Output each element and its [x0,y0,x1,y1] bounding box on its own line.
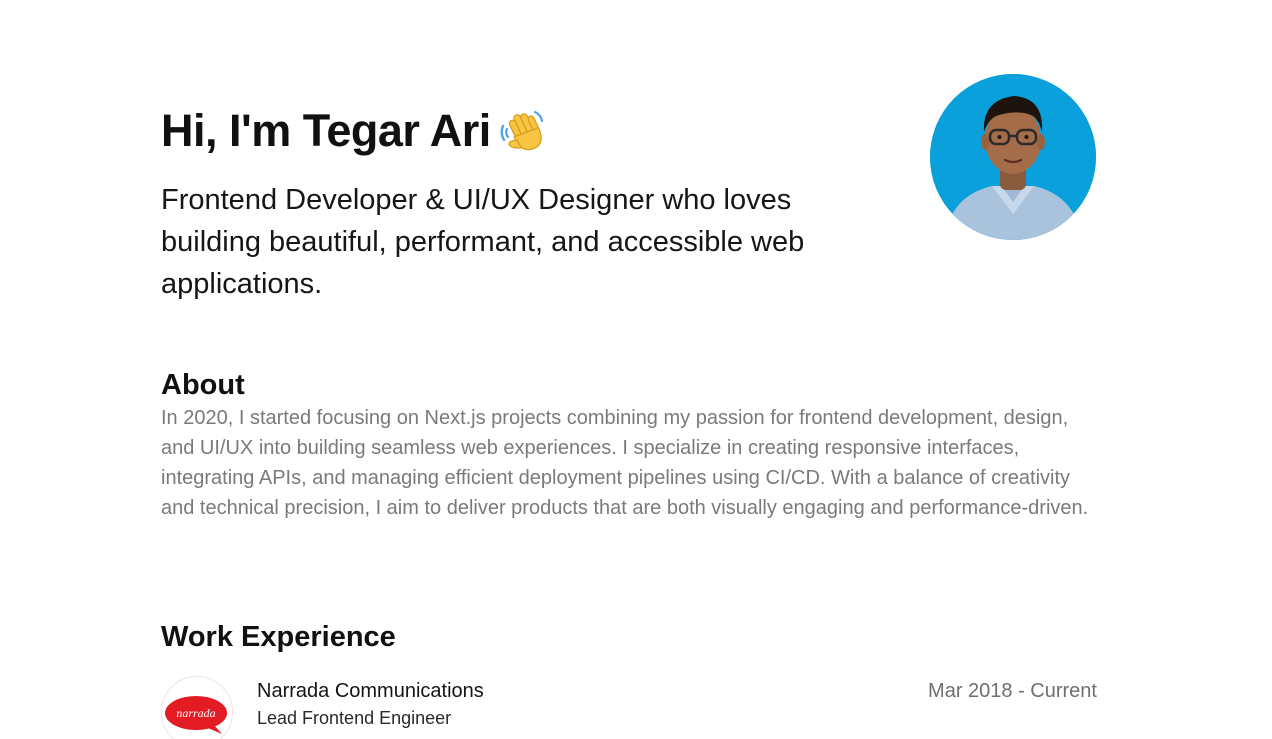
profile-avatar [930,74,1096,240]
hero-section: Hi, I'm Tegar Ari Frontend Developer & U… [161,103,901,305]
narrada-logo: narrada [161,676,233,739]
hero-title-text: Hi, I'm Tegar Ari [161,105,491,156]
job-date-range: Mar 2018 - Current [928,680,1097,702]
company-name: Narrada Communications [257,680,484,702]
waving-hand-icon [497,106,547,156]
about-heading: About [161,369,245,401]
page-container: Hi, I'm Tegar Ari Frontend Developer & U… [161,0,1097,739]
work-experience-section: Work Experience narrada Narrada Communic… [161,619,1097,739]
job-role: Lead Frontend Engineer [257,708,452,728]
hero-subtitle: Frontend Developer & UI/UX Designer who … [161,184,805,300]
about-section: About In 2020, I started focusing on Nex… [161,367,1097,523]
hero-title: Hi, I'm Tegar Ari [161,103,901,159]
work-experience-heading: Work Experience [161,621,396,653]
narrada-logo-text: narrada [176,706,215,720]
job-item[interactable]: narrada Narrada Communications Lead Fron… [161,676,1097,739]
profile-photo [930,74,1096,240]
about-text: In 2020, I started focusing on Next.js p… [161,407,1089,519]
